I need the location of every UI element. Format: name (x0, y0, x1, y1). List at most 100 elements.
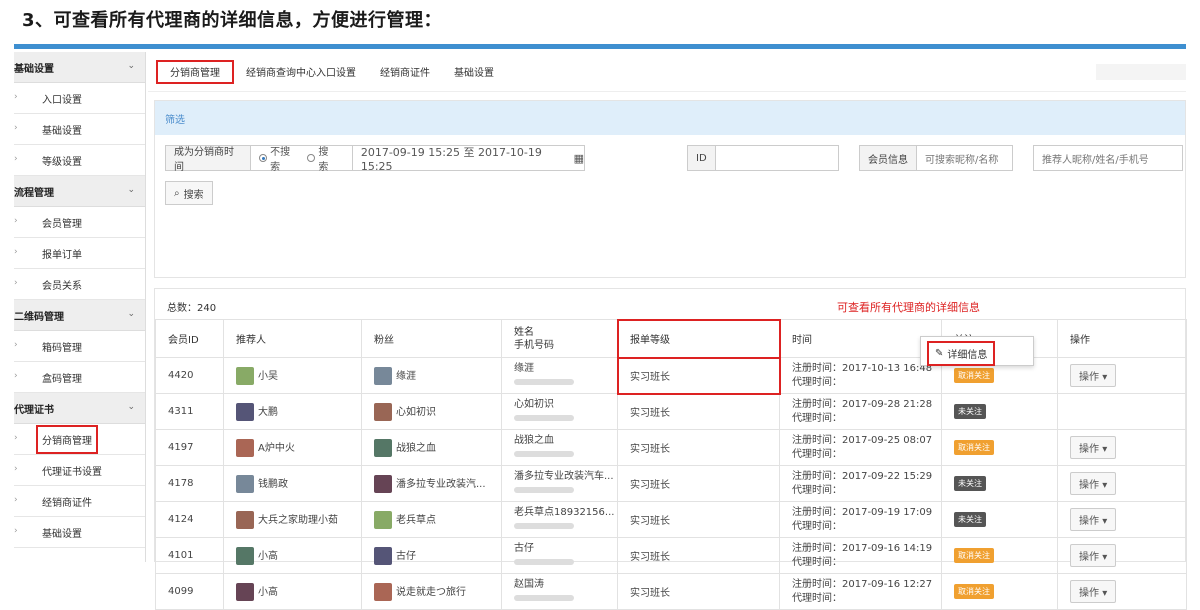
sidebar-item-orders[interactable]: › 报单订单 (14, 238, 145, 269)
sidebar-section-process[interactable]: 流程管理 ⌄ (14, 176, 145, 207)
follow-cell: 取消关注 (941, 573, 1058, 610)
member-filter: 会员信息 可搜索昵称/名称 (859, 145, 1013, 171)
sidebar-item-members[interactable]: › 会员管理 (14, 207, 145, 238)
actions-button[interactable]: 操作 ▾ (1070, 508, 1117, 531)
name-phone-cell: 赵国涛 (501, 573, 618, 610)
detail-info-item[interactable]: ✎ 详细信息 (927, 341, 996, 366)
tab-query-entry-settings[interactable]: 经销商查询中心入口设置 (234, 60, 368, 84)
sidebar-item-relations[interactable]: › 会员关系 (14, 269, 145, 300)
level-cell: 实习班长 (617, 429, 780, 466)
sidebar-item-distributor-management[interactable]: › 分销商管理 (14, 424, 145, 455)
avatar (374, 402, 392, 421)
caret-down-icon: ▾ (1102, 552, 1108, 563)
avatar (236, 402, 254, 421)
name-text: 战狼之血 (514, 434, 554, 446)
avatar (236, 546, 254, 565)
col-time: 时间 (779, 319, 942, 358)
calendar-icon: ▦ (573, 151, 584, 165)
referrer-name: 大兵之家助理小茹 (258, 514, 338, 526)
avatar (236, 510, 254, 529)
actions-cell: 操作 ▾ (1057, 429, 1187, 466)
search-button[interactable]: ⌕ 搜索 (165, 181, 213, 205)
radio-search[interactable] (307, 154, 316, 162)
level-cell: 实习班长 (617, 537, 780, 574)
date-range-input[interactable]: 2017-09-19 15:25 至 2017-10-19 15:25 ▦ (351, 146, 584, 173)
id-label: ID (688, 146, 716, 170)
avatar (374, 438, 392, 457)
radio-no-search[interactable] (259, 154, 268, 162)
member-input[interactable]: 可搜索昵称/名称 (917, 151, 998, 166)
annotation-note: 可查看所有代理商的详细信息 (837, 301, 980, 314)
member-id: 4311 (155, 393, 224, 430)
member-id: 4197 (155, 429, 224, 466)
name-text: 心如初识 (514, 398, 554, 410)
chevron-right-icon: › (14, 340, 18, 350)
referrer-cell: 大鹏 (223, 393, 362, 430)
chevron-down-icon: ⌄ (127, 185, 135, 195)
time-cell: 注册时间：2017-09-16 14:19 代理时间： (779, 537, 942, 574)
id-input[interactable] (716, 146, 838, 170)
fan-cell: 心如初识 (361, 393, 502, 430)
referrer-cell: 小高 (223, 537, 362, 574)
referrer-name: 钱鹏政 (258, 478, 288, 490)
caret-down-icon: ▾ (1102, 588, 1108, 599)
sidebar-section-qrcode[interactable]: 二维码管理 ⌄ (14, 300, 145, 331)
follow-badge: 未关注 (954, 476, 986, 491)
sidebar-item-cert-basic[interactable]: › 基础设置 (14, 517, 145, 548)
sidebar-section-agent-cert[interactable]: 代理证书 ⌄ (14, 393, 145, 424)
name-text: 老兵草点18932156... (514, 506, 615, 518)
fan-name: 说走就走つ旅行 (396, 586, 466, 598)
register-time: 注册时间：2017-09-16 14:19 (792, 542, 933, 554)
actions-button[interactable]: 操作 ▾ (1070, 580, 1117, 603)
avatar (236, 582, 254, 601)
name-phone-cell: 古仔 (501, 537, 618, 574)
time-filter-label: 成为分销商时间 (166, 146, 252, 173)
level-cell: 实习班长 (617, 465, 780, 502)
fan-name: 潘多拉专业改装汽... (396, 478, 486, 490)
fan-name: 战狼之血 (396, 442, 436, 454)
follow-badge: 取消关注 (954, 368, 994, 383)
page-heading: 3、可查看所有代理商的详细信息，方便进行管理： (22, 10, 443, 31)
member-id: 4420 (155, 357, 224, 394)
actions-button[interactable]: 操作 ▾ (1070, 364, 1117, 387)
avatar (374, 510, 392, 529)
level-cell: 实习班长 (616, 356, 781, 395)
chevron-right-icon: › (14, 464, 18, 474)
sidebar-item-dealer-cert[interactable]: › 经销商证件 (14, 486, 145, 517)
sidebar-section-basic[interactable]: 基础设置 ⌄ (14, 52, 145, 83)
avatar (374, 582, 392, 601)
member-id: 4124 (155, 501, 224, 538)
agent-time: 代理时间： (792, 556, 842, 568)
actions-button[interactable]: 操作 ▾ (1070, 436, 1117, 459)
col-fans: 粉丝 (361, 319, 502, 358)
table-row: 4124 大兵之家助理小茹 老兵草点 老兵草点18932156... 实习班长 注册时间：… (155, 501, 1187, 538)
chevron-right-icon: › (14, 92, 18, 102)
sidebar-item-cert-settings[interactable]: › 代理证书设置 (14, 455, 145, 486)
sidebar: 基础设置 ⌄ › 入口设置 › 基础设置 › 等级设置 流程管理 ⌄ › 会员管理 › 报单订… (14, 52, 146, 562)
actions-button[interactable]: 操作 ▾ (1070, 544, 1117, 567)
name-text: 古仔 (514, 542, 534, 554)
name-phone-cell: 老兵草点18932156... (501, 501, 618, 538)
tab-distributor-management[interactable]: 分销商管理 (156, 59, 234, 84)
actions-cell: 操作 ▾ (1057, 357, 1187, 394)
actions-button[interactable]: 操作 ▾ (1070, 472, 1117, 495)
filter-title: 筛选 (155, 101, 1185, 135)
tab-dealer-cert[interactable]: 经销商证件 (368, 60, 442, 84)
referrer-input[interactable]: 推荐人昵称/姓名/手机号 (1033, 145, 1183, 171)
chevron-right-icon: › (14, 216, 18, 226)
sidebar-item-basic-settings[interactable]: › 基础设置 (14, 114, 145, 145)
sidebar-item-box-codes[interactable]: › 箱码管理 (14, 331, 145, 362)
sidebar-item-carton-codes[interactable]: › 盒码管理 (14, 362, 145, 393)
register-time: 注册时间：2017-09-19 17:09 (792, 506, 933, 518)
sidebar-item-level-settings[interactable]: › 等级设置 (14, 145, 145, 176)
chevron-right-icon: › (14, 371, 18, 381)
blurred-phone (514, 486, 574, 493)
tab-basic-settings[interactable]: 基础设置 (442, 60, 506, 84)
follow-badge: 未关注 (954, 404, 986, 419)
name-text: 赵国涛 (514, 578, 544, 590)
follow-cell: 未关注 (941, 501, 1058, 538)
blurred-phone (514, 378, 574, 385)
sidebar-item-entry-settings[interactable]: › 入口设置 (14, 83, 145, 114)
chevron-right-icon: › (14, 247, 18, 257)
follow-cell: 未关注 (941, 465, 1058, 502)
